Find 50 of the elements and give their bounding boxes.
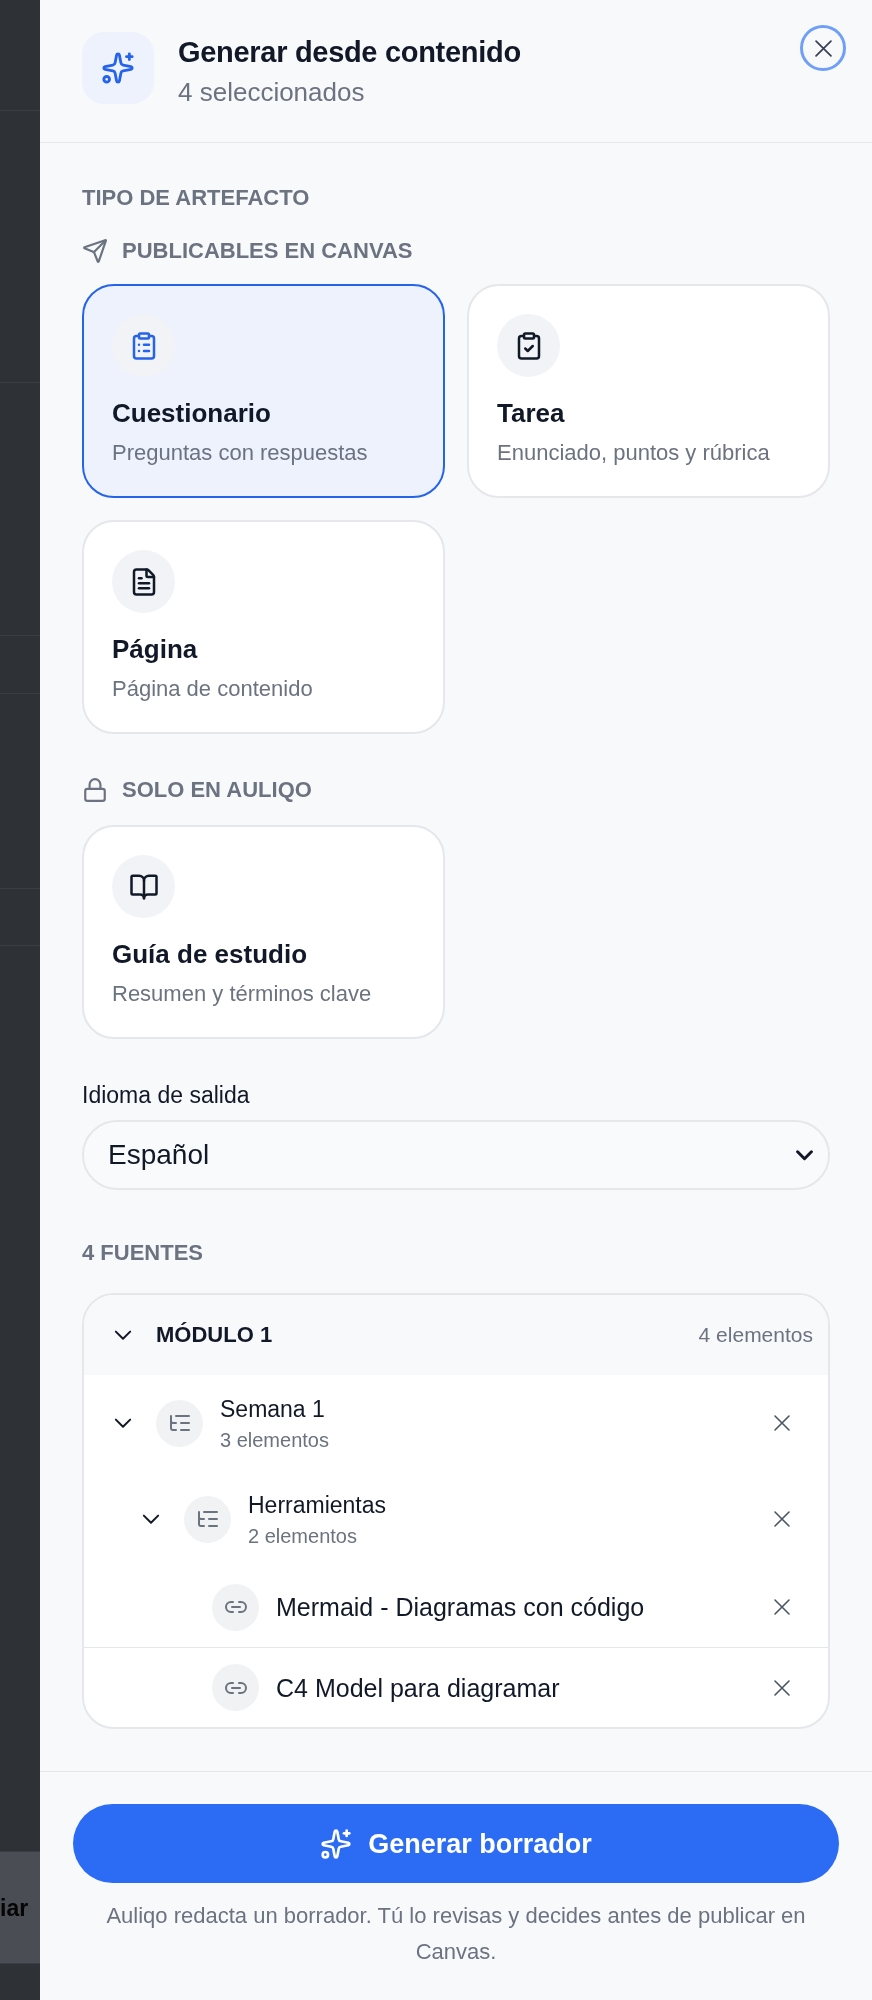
source-title: C4 Model para diagramar bbox=[276, 1672, 560, 1704]
source-title: Herramientas bbox=[248, 1491, 387, 1520]
language-label: Idioma de salida bbox=[82, 1081, 250, 1110]
lock-icon bbox=[82, 777, 108, 803]
list-tree-icon bbox=[184, 1495, 231, 1543]
card-title: Página bbox=[112, 633, 198, 665]
section-heading: TIPO DE ARTEFACTO bbox=[82, 184, 310, 212]
chevron-down-icon[interactable] bbox=[114, 1329, 132, 1341]
generate-button[interactable]: Generar borrador bbox=[73, 1804, 839, 1883]
module-title: MÓDULO 1 bbox=[156, 1321, 273, 1349]
section-heading: 4 FUENTES bbox=[82, 1239, 204, 1267]
group-label: SOLO EN AULIQO bbox=[122, 776, 312, 804]
artifact-option-card[interactable]: Página Página de contenido bbox=[82, 520, 445, 734]
close-icon bbox=[774, 1679, 790, 1696]
card-description: Preguntas con respuestas bbox=[112, 439, 368, 467]
close-icon bbox=[774, 1599, 790, 1615]
module-count: 4 elementos bbox=[698, 1322, 813, 1348]
chevron-down-icon[interactable] bbox=[142, 1513, 160, 1525]
group-label: PUBLICABLES EN CANVAS bbox=[122, 237, 413, 265]
close-icon bbox=[814, 39, 832, 57]
chevron-down-icon[interactable] bbox=[114, 1417, 132, 1429]
artifact-option-card[interactable]: Guía de estudio Resumen y términos clave bbox=[82, 825, 445, 1039]
card-description: Página de contenido bbox=[112, 675, 313, 703]
card-description: Enunciado, puntos y rúbrica bbox=[497, 439, 770, 467]
artifact-option-card[interactable]: Tarea Enunciado, puntos y rúbrica bbox=[467, 284, 830, 498]
panel-title: Generar desde contenido bbox=[178, 35, 521, 70]
close-icon bbox=[774, 1415, 790, 1431]
close-button[interactable] bbox=[800, 25, 846, 71]
cut-off-label: iar bbox=[0, 1893, 29, 1922]
link-icon bbox=[212, 1583, 259, 1631]
card-title: Guía de estudio bbox=[112, 938, 308, 970]
source-title: Semana 1 bbox=[220, 1395, 325, 1424]
source-title: Mermaid - Diagramas con código bbox=[276, 1592, 645, 1623]
paper-plane-icon bbox=[82, 238, 108, 264]
sparkles-icon bbox=[82, 32, 154, 104]
card-title: Tarea bbox=[497, 397, 565, 429]
link-icon bbox=[212, 1664, 259, 1711]
selection-count: 4 seleccionados bbox=[178, 76, 365, 108]
sparkles-icon bbox=[320, 1827, 353, 1860]
close-icon bbox=[774, 1511, 790, 1527]
chevron-down-icon bbox=[796, 1149, 813, 1161]
card-title: Cuestionario bbox=[112, 397, 271, 429]
disclaimer-text: Auliqo redacta un borrador. Tú lo revisas y decides antes de publicar en Canvas. bbox=[105, 1902, 807, 1966]
source-count: 2 elementos bbox=[248, 1524, 357, 1549]
source-count: 3 elementos bbox=[220, 1428, 329, 1453]
card-description: Resumen y términos clave bbox=[112, 980, 372, 1008]
module-header[interactable]: MÓDULO 1 4 elementos bbox=[84, 1295, 828, 1375]
language-select[interactable]: Español bbox=[82, 1120, 830, 1190]
artifact-option-card[interactable]: Cuestionario Preguntas con respuestas bbox=[82, 284, 445, 498]
list-tree-icon bbox=[156, 1399, 203, 1447]
